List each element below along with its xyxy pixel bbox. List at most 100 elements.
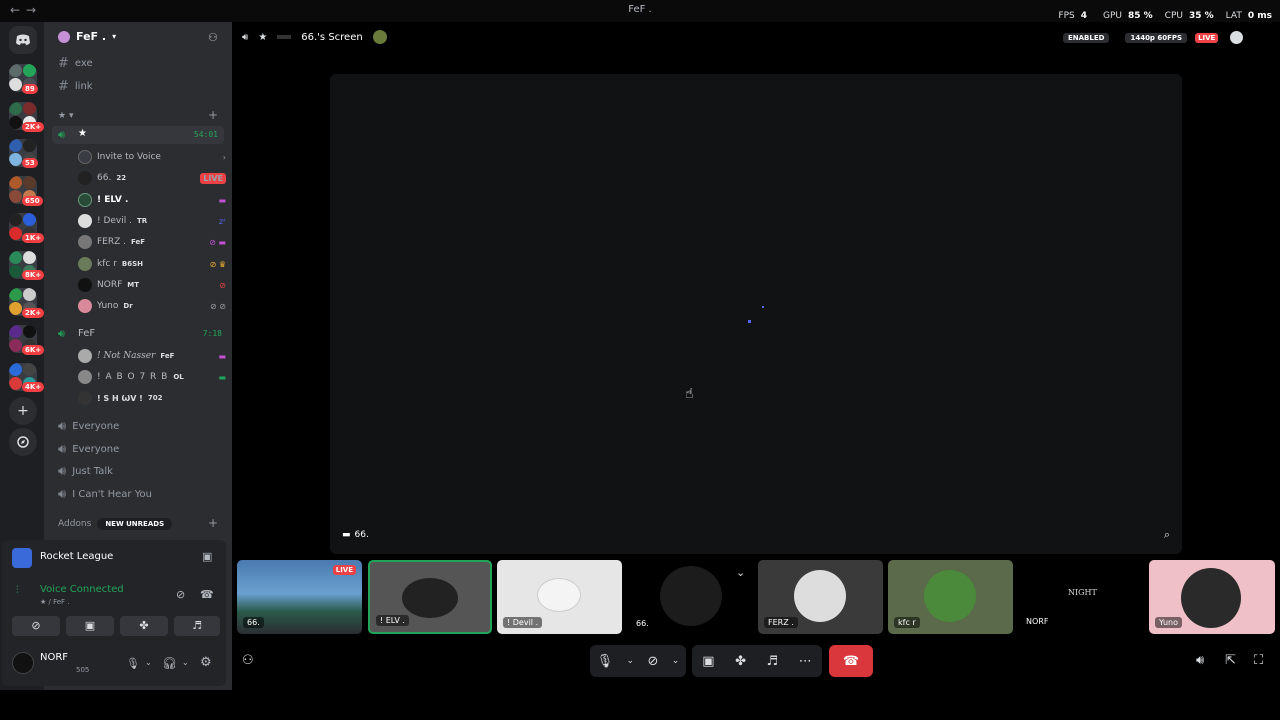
soundboard-button[interactable]: ♬ — [174, 616, 220, 636]
avatar — [78, 278, 92, 292]
discord-home-icon[interactable] — [9, 26, 37, 54]
fullscreen-icon[interactable]: ⛶ — [1254, 653, 1263, 668]
avatar — [924, 570, 976, 622]
soundboard-icon[interactable]: ♬ — [767, 654, 779, 669]
chat-icon[interactable] — [1230, 31, 1244, 44]
activities-button[interactable]: ✤ — [120, 616, 168, 636]
mic-icon[interactable]: 🎙︎ — [126, 657, 140, 670]
participant-tile[interactable]: ! ELV . — [368, 560, 492, 634]
add-channel-icon[interactable]: + — [208, 108, 218, 122]
controller-icon: ▬ — [218, 351, 226, 361]
avatar — [78, 349, 92, 363]
headset-icon[interactable]: 🎧︎ — [162, 656, 177, 670]
add-member-icon[interactable]: ⚇ — [208, 31, 218, 44]
add-people-icon[interactable]: ⚇ — [242, 653, 254, 668]
speaker-icon[interactable]: 🔊︎ — [242, 32, 248, 43]
voice-channel[interactable]: 🔊︎ I Can't Hear You — [58, 487, 152, 502]
voice-channel-active[interactable]: 🔊︎ ★ 54:01 — [52, 126, 224, 144]
unread-badge: 4K+ — [22, 382, 45, 392]
voice-member[interactable]: ! ELV . ▬ — [78, 190, 226, 210]
end-call-icon: ☎ — [842, 653, 860, 669]
stream-video[interactable]: ☝ ▬ 66. ⌕ — [330, 74, 1182, 554]
screen-share-icon[interactable]: ▣ — [702, 654, 714, 669]
end-call-button[interactable]: ☎ — [829, 645, 873, 677]
activity-icon[interactable]: ▣ — [202, 550, 212, 563]
gear-icon[interactable]: ⚙ — [200, 655, 212, 670]
participant-tile[interactable]: 66. ⌄ — [628, 560, 753, 634]
voice-channel[interactable]: 🔊︎ FeF 7:18 — [58, 327, 224, 343]
discover-icon[interactable] — [9, 428, 37, 456]
avatar — [78, 235, 92, 249]
chevron-down-icon[interactable]: ⌄ — [145, 658, 152, 667]
disconnect-icon[interactable]: ☎ — [200, 588, 214, 601]
chevron-down-icon[interactable]: ⌄ — [736, 566, 745, 579]
screen-icon: ▬ — [342, 530, 351, 540]
live-badge: LIVE — [200, 172, 226, 184]
voice-status: Voice Connected — [40, 584, 124, 595]
addons-category[interactable]: Addons NEW UNREADS — [58, 518, 173, 530]
tile-name: kfc r — [894, 617, 920, 628]
avatar — [78, 299, 92, 313]
participant-tile[interactable]: ! Devil . — [497, 560, 622, 634]
participant-tile[interactable]: Yuno — [1149, 560, 1275, 634]
invite-to-voice[interactable]: Invite to Voice › — [78, 147, 226, 167]
lat-value: 0 ms — [1247, 11, 1272, 21]
screen-share-button[interactable]: ▣ — [66, 616, 114, 636]
unread-badge: 53 — [22, 158, 38, 168]
fps-value: 4 — [1080, 11, 1087, 21]
text-channel[interactable]: # link — [58, 79, 93, 94]
voice-channel[interactable]: 🔊︎ Everyone — [58, 419, 119, 434]
voice-member[interactable]: NORF MT ⊘ — [78, 275, 226, 295]
add-server-icon[interactable]: + — [9, 397, 37, 425]
voice-member[interactable]: kfc r B6SH ⊘ ♛ — [78, 254, 226, 274]
voice-member[interactable]: 66. 22 LIVE — [78, 168, 226, 188]
user-avatar[interactable] — [12, 652, 34, 674]
zoom-icon[interactable]: ⌕ — [1164, 528, 1170, 542]
tile-name: ! Devil . — [503, 617, 543, 628]
voice-channel[interactable]: 🔊︎ Everyone — [58, 442, 119, 457]
voice-location: ★ / FeF . — [40, 598, 70, 606]
voice-channel[interactable]: 🔊︎ Just Talk — [58, 464, 113, 479]
muted-icon: ⊘ — [219, 280, 226, 290]
participant-tile[interactable]: FERZ . — [758, 560, 883, 634]
voice-member[interactable]: ! S H ѠV ! 702 — [78, 388, 226, 408]
streamer-avatar — [372, 30, 387, 44]
activities-icon[interactable]: ✤ — [735, 654, 746, 669]
speaker-icon: 🔊︎ — [58, 327, 65, 340]
chevron-down-icon[interactable]: ⌄ — [182, 658, 189, 667]
add-channel-icon[interactable]: + — [208, 516, 218, 530]
mic-icon[interactable]: 🎙︎ — [597, 654, 614, 669]
controller-icon: ▬ — [218, 195, 226, 205]
camera-off-icon[interactable]: ⊘ — [647, 654, 658, 669]
cpu-label: CPU — [1164, 11, 1183, 21]
voice-member[interactable]: Yuno Dr ⊘ ⊘ — [78, 296, 226, 316]
voice-member[interactable]: ! Devil . TR zᶻ — [78, 211, 226, 231]
voice-member[interactable]: FERZ . FeF ⊘ ▬ — [78, 232, 226, 252]
enabled-badge: ENABLED — [1063, 32, 1110, 43]
voice-member[interactable]: ! Not Nasser FeF ▬ — [78, 346, 226, 366]
voice-member[interactable]: ! A B O 7 R B OL ▬ — [78, 367, 226, 387]
chevron-down-icon[interactable]: ⌄ — [672, 656, 680, 666]
participant-tile[interactable]: NIGHT NORF — [1018, 560, 1144, 634]
more-icon[interactable]: ⋯ — [799, 654, 812, 669]
unread-badge: 650 — [22, 196, 43, 206]
gpu-value: 85 % — [1127, 11, 1153, 21]
sleep-icon: zᶻ — [218, 216, 226, 226]
volume-icon[interactable]: 🔊︎ — [1196, 653, 1204, 668]
participant-tile[interactable]: LIVE 66. — [237, 560, 362, 634]
server-header[interactable]: FeF . ▾ — [58, 30, 116, 43]
tile-name: ! ELV . — [376, 615, 409, 626]
invite-icon — [78, 150, 92, 164]
camera-off-button[interactable]: ⊘ — [12, 616, 60, 636]
noise-suppression-icon[interactable]: ⊘ — [176, 588, 185, 601]
voice-category[interactable]: ★ ▾ — [58, 111, 73, 121]
text-channel[interactable]: # exe — [58, 56, 93, 71]
chevron-down-icon[interactable]: ⌄ — [627, 656, 635, 666]
server-avatar — [58, 30, 70, 43]
participant-tile[interactable]: kfc r — [888, 560, 1013, 634]
avatar — [402, 578, 458, 618]
popout-icon[interactable]: ⇱ — [1225, 653, 1236, 668]
avatar — [1181, 568, 1241, 628]
quality-badge[interactable]: 1440p 60FPS — [1125, 32, 1188, 43]
new-unreads-pill[interactable]: NEW UNREADS — [97, 518, 173, 530]
